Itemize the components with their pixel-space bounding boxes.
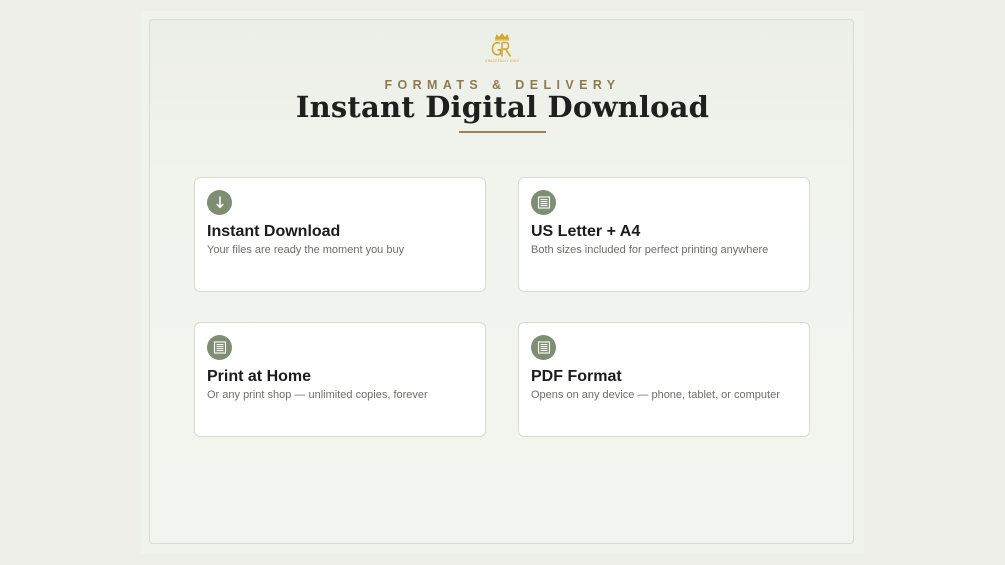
crown-monogram-logo-icon: GRACEFULLY RICH <box>485 33 520 63</box>
page-title: Instant Digital Download <box>295 90 710 124</box>
svg-text:GRACEFULLY RICH: GRACEFULLY RICH <box>485 59 520 63</box>
card-title: US Letter + A4 <box>531 223 641 240</box>
document-icon <box>207 335 232 360</box>
card-title: Instant Download <box>207 223 341 240</box>
feature-card-paper-sizes: US Letter + A4 Both sizes included for p… <box>518 177 810 292</box>
card-description: Or any print shop — unlimited copies, fo… <box>207 389 428 401</box>
download-arrow-icon <box>207 190 232 215</box>
document-icon <box>531 335 556 360</box>
feature-card-instant-download: Instant Download Your files are ready th… <box>194 177 486 292</box>
card-description: Your files are ready the moment you buy <box>207 244 405 256</box>
card-description: Both sizes included for perfect printing… <box>531 244 769 256</box>
document-icon <box>531 190 556 215</box>
feature-card-print-at-home: Print at Home Or any print shop — unlimi… <box>194 322 486 437</box>
feature-card-pdf-format: PDF Format Opens on any device — phone, … <box>518 322 810 437</box>
brand-logo: GRACEFULLY RICH <box>482 31 522 65</box>
card-title: PDF Format <box>531 368 622 385</box>
title-divider <box>459 131 546 133</box>
card-description: Opens on any device — phone, tablet, or … <box>531 389 780 401</box>
card-title: Print at Home <box>207 368 312 385</box>
